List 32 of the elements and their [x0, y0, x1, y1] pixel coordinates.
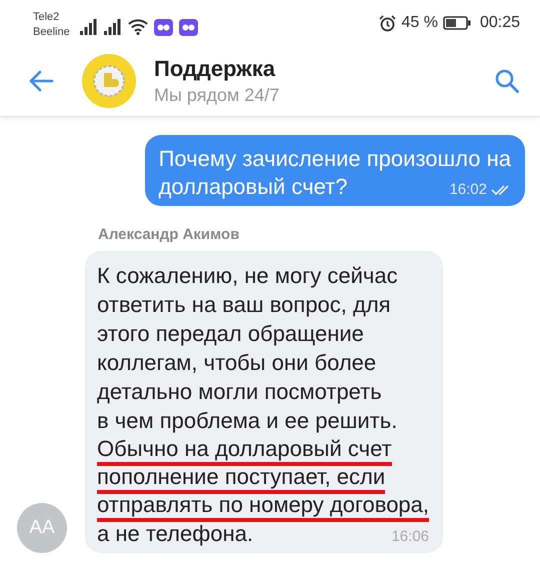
message-time: 16:02 — [449, 181, 487, 198]
message-text: а не телефона. — [97, 520, 254, 548]
signal-icon — [80, 19, 98, 35]
app-notification-icon — [154, 18, 173, 36]
underlined-message-text: отправлять по номеру договора, — [97, 491, 430, 522]
message-text: долларовый счет? — [158, 173, 348, 201]
message-text: коллегам, чтобы они более — [97, 349, 376, 377]
battery-icon — [442, 16, 471, 30]
avatar[interactable]: АА — [17, 503, 67, 553]
carrier-name: Tele2 — [33, 10, 60, 25]
message-text: в чем проблема и ее решить. — [97, 407, 398, 435]
message-text: этого передал обращение — [97, 320, 364, 348]
bank-logo-icon — [82, 54, 136, 108]
underlined-message-text: пополнение поступает, если — [97, 463, 386, 494]
sender-name: Александр Акимов — [98, 226, 240, 243]
message-text: Почему зачисление произошло на — [158, 145, 511, 173]
signal-icon — [104, 19, 122, 35]
underlined-message-text: Обычно на долларовый счет — [97, 435, 392, 466]
message-text: К сожалению, не могу сейчас — [97, 262, 398, 290]
clock-time: 00:25 — [480, 14, 520, 32]
back-arrow-icon[interactable] — [28, 70, 54, 92]
carrier-name: Beeline — [33, 25, 70, 40]
message-time: 16:06 — [391, 528, 430, 545]
message-text: ответить на ваш вопрос, для — [97, 291, 391, 319]
app-notification-icon — [178, 18, 198, 36]
battery-percent: 45 % — [401, 14, 438, 32]
chat-subtitle: Мы рядом 24/7 — [154, 85, 280, 106]
message-text: детально могли посмотреть — [97, 378, 382, 406]
search-icon[interactable] — [494, 68, 520, 94]
chat-title: Поддержка — [154, 56, 276, 82]
wifi-icon — [128, 19, 148, 35]
alarm-icon — [379, 14, 396, 32]
